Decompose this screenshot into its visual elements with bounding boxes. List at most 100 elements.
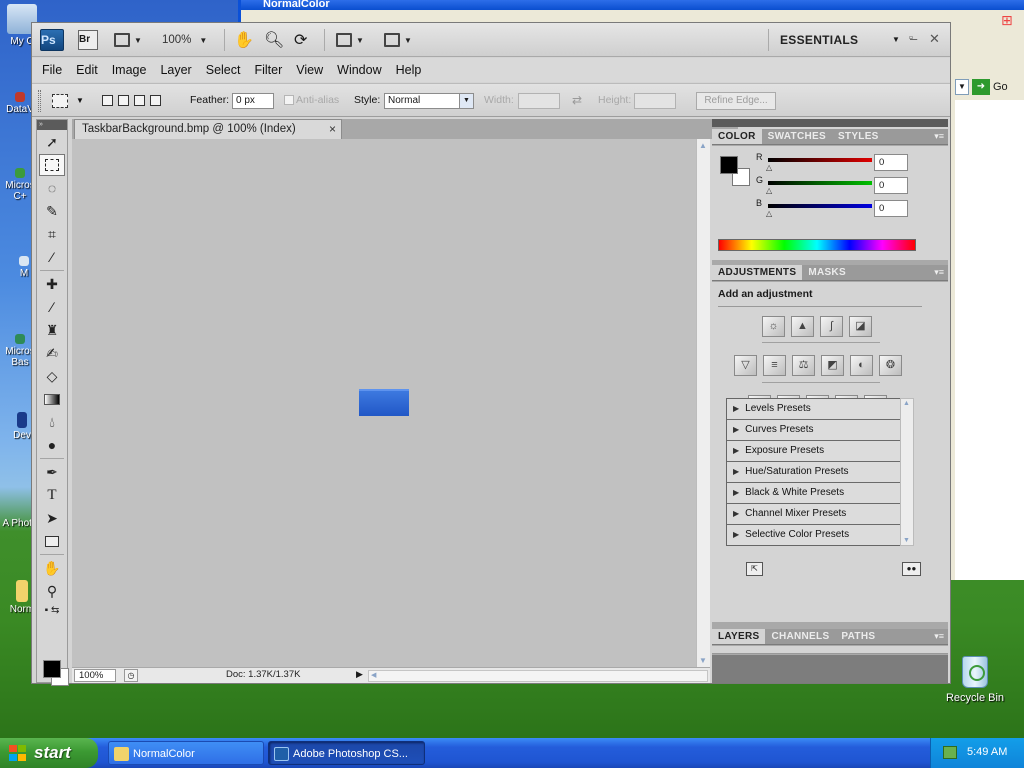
photoshop-logo-icon[interactable]: Ps [40,29,64,51]
scroll-down-icon[interactable]: ▼ [699,656,707,665]
panel-menu-icon[interactable]: ▾≡ [934,631,944,642]
zoom-tool-button[interactable]: 🔍︎ [264,29,284,51]
preset-hue-saturation[interactable]: ▶ Hue/Saturation Presets [727,462,913,483]
curves-icon[interactable]: ∫ [820,316,843,337]
shape-tool[interactable] [39,530,65,552]
levels-icon[interactable]: ▲ [791,316,814,337]
arrange-documents-button[interactable]: ▼ [336,29,364,51]
color-spectrum-ramp[interactable] [718,239,916,251]
foreground-color-chip[interactable] [720,156,738,174]
workspace-switcher[interactable]: ESSENTIALS [780,33,858,47]
scroll-up-icon[interactable]: ▲ [903,400,910,407]
exposure-icon[interactable]: ◪ [849,316,872,337]
menu-select[interactable]: Select [199,63,248,77]
intersect-selection-icon[interactable] [150,95,161,106]
zoom-level-dropdown[interactable]: 100% ▼ [162,29,207,51]
taskbar-item-photoshop[interactable]: Adobe Photoshop CS... [268,741,425,765]
slider-thumb-icon[interactable]: △ [766,163,772,172]
rotate-view-button[interactable]: ⟳ [294,29,307,51]
hand-tool[interactable]: ✋ [39,557,65,579]
panel-dock-header[interactable] [712,119,948,127]
clone-stamp-tool[interactable]: ♜ [39,319,65,341]
rectangular-marquee-tool[interactable] [39,154,65,176]
red-slider[interactable]: R △ 0 [756,152,944,174]
healing-brush-tool[interactable]: ✚ [39,273,65,295]
desktop-icon-recycle-bin[interactable]: Recycle Bin [944,656,1006,704]
menu-window[interactable]: Window [330,63,388,77]
network-icon[interactable] [943,746,957,759]
green-slider-track[interactable] [768,181,872,185]
scroll-up-icon[interactable]: ▲ [699,141,707,150]
tools-panel-header[interactable]: » [37,120,67,130]
tab-paths[interactable]: PATHS [835,629,881,644]
hue-saturation-icon[interactable]: ≡ [763,355,786,376]
chevron-down-icon[interactable]: ▼ [892,35,900,44]
taskbar-item-normalcolor[interactable]: NormalColor [108,741,264,765]
brightness-contrast-icon[interactable]: ☼ [762,316,785,337]
photo-filter-icon[interactable]: ◐ [850,355,873,376]
tab-color[interactable]: COLOR [712,129,762,144]
antialias-checkbox[interactable] [284,95,294,105]
scroll-left-icon[interactable]: ◀ [371,671,376,679]
style-select[interactable]: Normal ▼ [384,93,474,109]
menu-file[interactable]: File [42,63,69,77]
panel-menu-icon[interactable]: ▾≡ [934,131,944,142]
menu-filter[interactable]: Filter [247,63,289,77]
return-to-list-icon[interactable]: ⇱ [746,562,763,576]
zoom-tool[interactable]: ⚲ [39,580,65,602]
menu-view[interactable]: View [289,63,330,77]
menu-image[interactable]: Image [105,63,154,77]
gradient-tool[interactable] [39,388,65,410]
brush-tool[interactable]: ∕ [39,296,65,318]
pen-tool[interactable]: ✒ [39,461,65,483]
tab-layers[interactable]: LAYERS [712,629,766,644]
green-value-input[interactable]: 0 [874,177,908,194]
quick-selection-tool[interactable]: ✎ [39,200,65,222]
options-grip[interactable] [38,90,41,112]
black-white-icon[interactable]: ◩ [821,355,844,376]
canvas-area[interactable] [72,139,696,667]
add-selection-icon[interactable] [118,95,129,106]
panel-menu-icon[interactable]: ▾≡ [934,267,944,278]
tab-swatches[interactable]: SWATCHES [762,129,832,144]
blur-tool[interactable]: 💧︎ [39,411,65,433]
tab-channels[interactable]: CHANNELS [765,629,835,644]
tab-styles[interactable]: STYLES [832,129,885,144]
preset-exposure[interactable]: ▶ Exposure Presets [727,441,913,462]
horizontal-scrollbar[interactable]: ◀ [368,670,708,682]
red-value-input[interactable]: 0 [874,154,908,171]
foreground-color-swatch[interactable] [43,660,61,678]
blue-slider[interactable]: B △ 0 [756,198,944,220]
preset-black-white[interactable]: ▶ Black & White Presets [727,483,913,504]
menu-edit[interactable]: Edit [69,63,105,77]
new-selection-icon[interactable] [102,95,113,106]
history-brush-tool[interactable]: ✍ [39,342,65,364]
blue-slider-track[interactable] [768,204,872,208]
menu-help[interactable]: Help [389,63,429,77]
color-balance-icon[interactable]: ⚖ [792,355,815,376]
slider-thumb-icon[interactable]: △ [766,186,772,195]
chevron-down-icon[interactable]: ▼ [76,96,84,105]
blue-value-input[interactable]: 0 [874,200,908,217]
preset-channel-mixer[interactable]: ▶ Channel Mixer Presets [727,504,913,525]
screen-mode-button[interactable]: ▼ [384,29,412,51]
subtract-selection-icon[interactable] [134,95,145,106]
vibrance-icon[interactable]: ▽ [734,355,757,376]
crop-tool[interactable]: ⌗ [39,223,65,245]
marquee-preset-icon[interactable] [52,94,68,108]
window-maximize-button[interactable]: ▫ [909,32,913,44]
vertical-scrollbar[interactable]: ▲ ▼ [696,139,710,667]
close-icon[interactable]: × [329,120,336,138]
status-menu-arrow-icon[interactable]: ▶ [356,669,363,680]
channel-mixer-icon[interactable]: ❂ [879,355,902,376]
preset-selective-color[interactable]: ▶ Selective Color Presets [727,525,913,546]
presets-scrollbar[interactable]: ▲ ▼ [900,398,914,546]
tab-masks[interactable]: MASKS [802,265,852,280]
document-image[interactable] [359,389,409,416]
document-tab[interactable]: TaskbarBackground.bmp @ 100% (Index) × [74,119,342,139]
green-slider[interactable]: G △ 0 [756,175,944,197]
clock[interactable]: 5:49 AM [967,746,1007,758]
start-button[interactable]: start [0,738,98,768]
lasso-tool[interactable]: ◌ [39,177,65,199]
preset-curves[interactable]: ▶ Curves Presets [727,420,913,441]
